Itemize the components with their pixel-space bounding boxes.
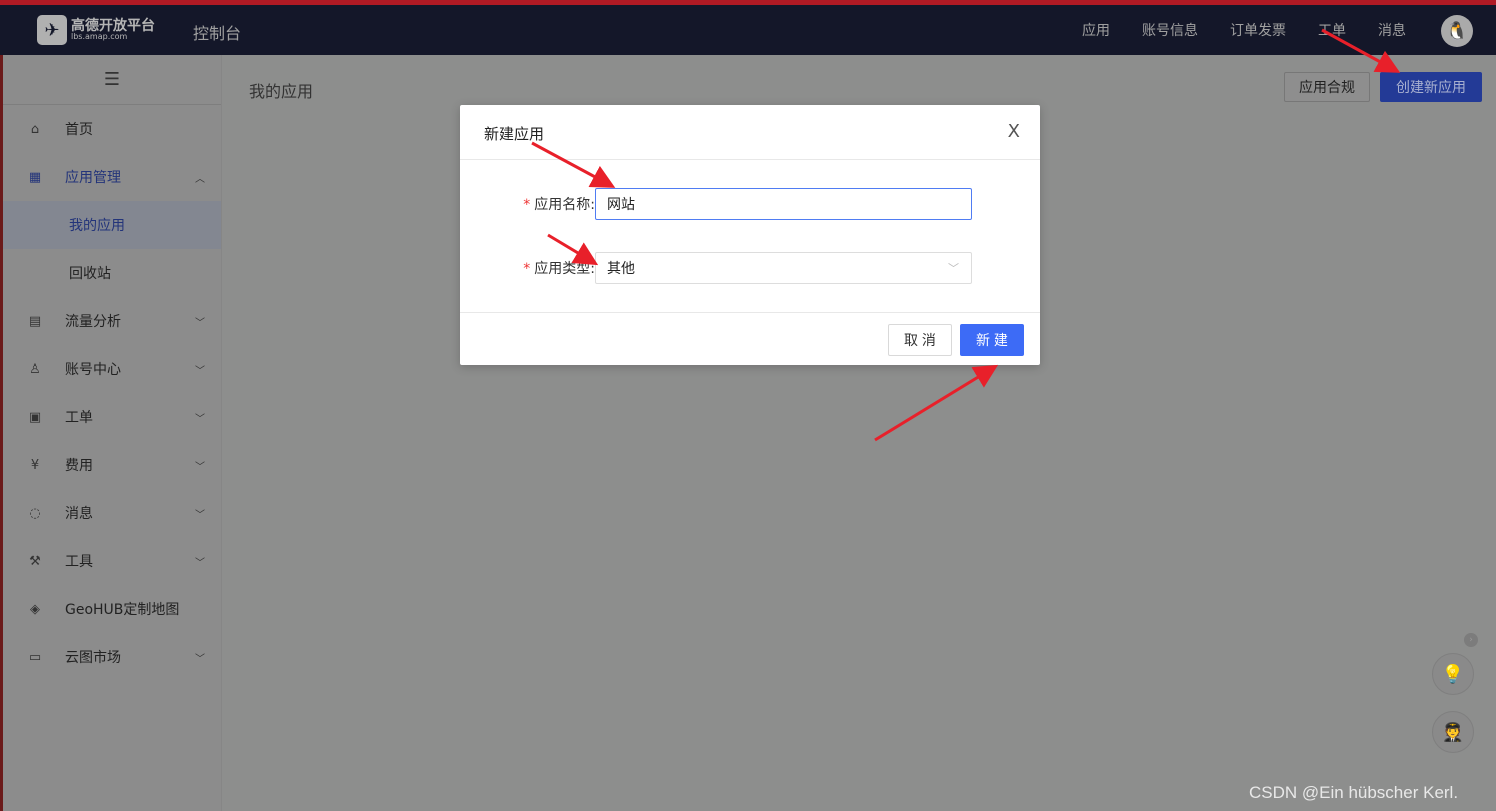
nav-account[interactable]: 账号信息 (1142, 20, 1198, 40)
new-app-dialog: 新建应用X *应用名称: *应用类型: 其他﹀ 取 消 新 建 (460, 105, 1040, 365)
logo-url: lbs.amap.com (71, 32, 128, 41)
sidebar-item-label: 消息 (65, 506, 93, 522)
chevron-down-icon: ﹀ (195, 365, 205, 377)
chevron-up-icon: ︿ (195, 173, 205, 185)
sidebar-item-label: 工单 (65, 410, 93, 426)
sidebar-item-label: 工具 (65, 554, 93, 570)
menu-toggle-icon[interactable]: ☰ (3, 55, 221, 105)
grid-icon: ▦ (28, 169, 42, 185)
chevron-down-icon: ﹀ (195, 461, 205, 473)
yen-icon: ¥ (30, 457, 40, 473)
assistant-avatar[interactable]: 🧑‍✈️ (1432, 711, 1474, 753)
console-title[interactable]: 控制台 (193, 20, 241, 44)
sidebar-item-recycle-bin[interactable]: 回收站 (3, 249, 221, 297)
sidebar-item-label: 账号中心 (65, 362, 121, 378)
page-title: 我的应用 (249, 82, 314, 101)
nav-messages[interactable]: 消息 (1378, 20, 1406, 40)
sidebar-item-label: 流量分析 (65, 314, 121, 330)
paper-plane-icon: ✈ (37, 15, 67, 45)
sidebar: ☰ ⌂ 首页 ▦ 应用管理 ︿ 我的应用 回收站 ▤ 流量分析 ﹀ ♙ 账号中心 ﹀ ▣ 工单 ﹀… (0, 55, 222, 811)
sidebar-item-my-apps[interactable]: 我的应用 (3, 201, 221, 249)
dialog-title: 新建应用 (484, 125, 545, 143)
app-compliance-button[interactable]: 应用合规 (1284, 72, 1370, 102)
arrow-to-create-button (874, 364, 999, 442)
sidebar-item-messages[interactable]: ◌ 消息 ﹀ (3, 489, 221, 537)
sidebar-item-account-center[interactable]: ♙ 账号中心 ﹀ (3, 345, 221, 393)
close-icon[interactable]: X (1008, 121, 1020, 142)
logo-name: 高德开放平台 (71, 18, 155, 34)
sidebar-item-app-management[interactable]: ▦ 应用管理 ︿ (3, 153, 221, 201)
label-text: 应用类型: (534, 261, 595, 277)
app-type-value: 其他 (607, 261, 635, 277)
sidebar-item-tickets[interactable]: ▣ 工单 ﹀ (3, 393, 221, 441)
message-icon: ◌ (29, 505, 41, 521)
sidebar-item-label: 回收站 (69, 266, 111, 282)
sidebar-item-traffic[interactable]: ▤ 流量分析 ﹀ (3, 297, 221, 345)
sidebar-item-label: 我的应用 (69, 218, 125, 234)
chevron-down-icon: ﹀ (195, 557, 205, 569)
nav-invoice[interactable]: 订单发票 (1230, 20, 1286, 40)
ticket-icon: ▣ (28, 409, 42, 425)
cancel-button[interactable]: 取 消 (888, 324, 952, 356)
sidebar-item-label: GeoHUB定制地图 (65, 602, 180, 618)
wrench-icon: ⚒ (29, 553, 41, 569)
sidebar-item-tools[interactable]: ⚒ 工具 ﹀ (3, 537, 221, 585)
create-button[interactable]: 新 建 (960, 324, 1024, 356)
sidebar-item-label: 首页 (65, 122, 93, 138)
top-header: ✈ 高德开放平台 lbs.amap.com 控制台 应用 账号信息 订单发票 工单… (0, 5, 1496, 55)
collapse-arrow-icon[interactable]: › (1464, 633, 1478, 647)
sidebar-item-cloud-market[interactable]: ▭ 云图市场 ﹀ (3, 633, 221, 681)
app-type-label: * 应用类型: (460, 258, 595, 278)
sidebar-item-label: 应用管理 (65, 170, 121, 186)
chevron-down-icon: ﹀ (195, 653, 205, 665)
sidebar-item-geohub[interactable]: ◈ GeoHUB定制地图 (3, 585, 221, 633)
nav-apps[interactable]: 应用 (1082, 20, 1110, 40)
layers-icon: ◈ (30, 601, 40, 617)
app-name-label: * 应用名称: (460, 194, 595, 214)
lightbulb-icon[interactable]: 💡 (1432, 653, 1474, 695)
nav-tickets[interactable]: 工单 (1318, 20, 1346, 40)
app-name-input[interactable] (595, 188, 972, 220)
user-avatar[interactable]: 🐧 (1441, 15, 1473, 47)
watermark: CSDN @Ein hübscher Kerl. (1249, 783, 1459, 802)
chevron-down-icon: ﹀ (195, 317, 205, 329)
top-nav: 应用 账号信息 订单发票 工单 消息 (1082, 20, 1406, 40)
chevron-down-icon: ﹀ (195, 509, 205, 521)
user-icon: ♙ (29, 361, 41, 377)
sidebar-item-label: 费用 (65, 458, 93, 474)
app-type-select[interactable]: 其他 ﹀ (595, 252, 972, 284)
chevron-down-icon: ﹀ (195, 413, 205, 425)
home-icon: ⌂ (30, 121, 40, 137)
store-icon: ▭ (28, 649, 42, 665)
chart-icon: ▤ (28, 313, 42, 329)
create-new-app-button[interactable]: 创建新应用 (1380, 72, 1482, 102)
required-mark: * (523, 197, 531, 213)
required-mark: * (523, 261, 531, 277)
chevron-down-icon: ﹀ (948, 262, 959, 275)
sidebar-item-home[interactable]: ⌂ 首页 (3, 105, 221, 153)
amap-logo[interactable]: ✈ 高德开放平台 lbs.amap.com (37, 15, 155, 45)
sidebar-item-fees[interactable]: ¥ 费用 ﹀ (3, 441, 221, 489)
label-text: 应用名称: (534, 197, 595, 213)
sidebar-item-label: 云图市场 (65, 650, 121, 666)
